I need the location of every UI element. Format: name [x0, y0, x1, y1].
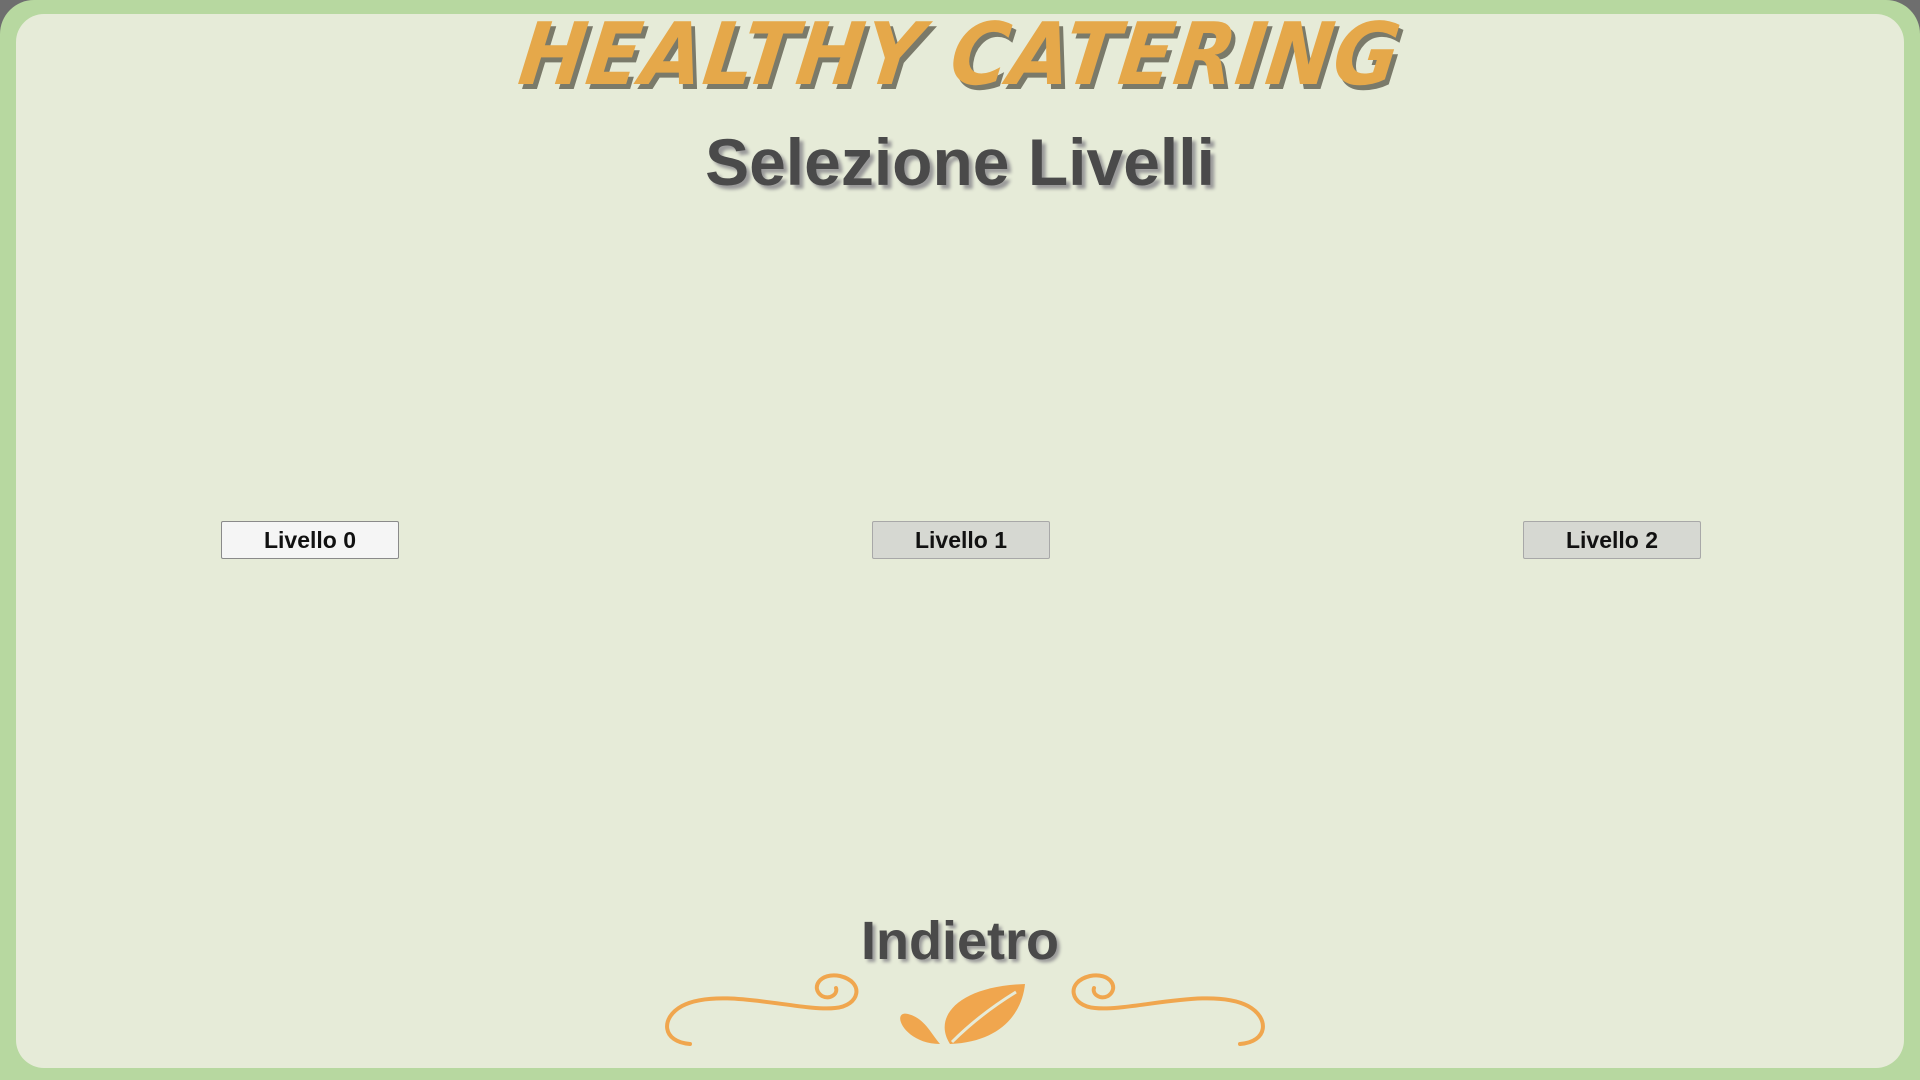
- level-1-label: Livello 1: [914, 526, 1008, 553]
- level-2-button[interactable]: Livello 2: [1523, 521, 1701, 559]
- brand-title: HEALTHY CATERING: [513, 5, 1407, 105]
- page-title: Selezione Livelli: [705, 125, 1215, 199]
- leaf-swirl-ornament-icon: [665, 973, 1265, 1046]
- level-2-label: Livello 2: [1565, 526, 1659, 553]
- level-0-button[interactable]: Livello 0: [221, 521, 399, 559]
- level-1-button[interactable]: Livello 1: [872, 521, 1050, 559]
- back-link-container: Indietro: [0, 911, 1920, 971]
- level-0-label: Livello 0: [263, 526, 357, 553]
- back-button[interactable]: Indietro: [861, 911, 1059, 971]
